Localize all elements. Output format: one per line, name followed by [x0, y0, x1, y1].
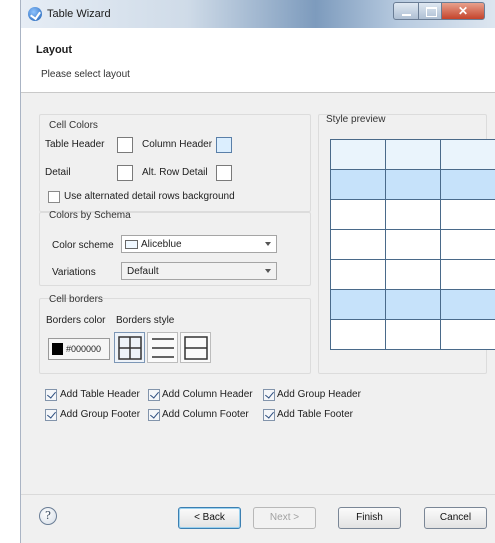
preview-row	[330, 139, 495, 170]
detail-label: Detail	[45, 167, 71, 178]
detail-color-button[interactable]	[117, 165, 133, 181]
cell-colors-title: Cell Colors	[49, 120, 98, 131]
preview-row	[330, 169, 495, 200]
add-column-footer-checkbox[interactable]	[148, 409, 160, 421]
borders-style-label: Borders style	[116, 315, 175, 326]
finish-button[interactable]: Finish	[338, 507, 401, 529]
add-group-footer-label: Add Group Footer	[60, 409, 141, 420]
table-header-color-button[interactable]	[117, 137, 133, 153]
add-group-header-checkbox[interactable]	[263, 389, 275, 401]
variations-label: Variations	[52, 267, 96, 278]
preview-row	[330, 289, 495, 320]
preview-row	[330, 259, 495, 290]
use-alternated-label: Use alternated detail rows background	[64, 191, 235, 202]
page-subtitle: Please select layout	[41, 69, 130, 80]
next-button[interactable]: Next >	[253, 507, 316, 529]
wizard-footer: ? < Back Next > Finish Cancel	[21, 494, 495, 543]
wizard-content: Cell Colors Table Header Column Header D…	[21, 94, 495, 494]
border-style-horizontal-button[interactable]	[147, 332, 178, 363]
wizard-header: Layout Please select layout	[21, 28, 495, 93]
close-button[interactable]: ✕	[441, 2, 485, 20]
title-bar[interactable]: Table Wizard ✕	[21, 0, 495, 28]
grid-border-icon	[118, 336, 142, 360]
window-title: Table Wizard	[47, 8, 111, 20]
add-group-header-label: Add Group Header	[277, 389, 361, 400]
minimize-button[interactable]	[393, 2, 419, 20]
back-button[interactable]: < Back	[178, 507, 241, 529]
add-column-header-label: Add Column Header	[162, 389, 253, 400]
add-column-header-checkbox[interactable]	[148, 389, 160, 401]
app-icon	[28, 7, 42, 21]
add-table-footer-checkbox[interactable]	[263, 409, 275, 421]
table-wizard-window: Table Wizard ✕ Layout Please select layo…	[20, 0, 495, 543]
border-style-outline-button[interactable]	[180, 332, 211, 363]
maximize-button[interactable]	[418, 2, 442, 20]
color-scheme-label: Color scheme	[52, 240, 114, 251]
chevron-down-icon	[265, 242, 271, 246]
column-header-label: Column Header	[142, 139, 213, 150]
preview-row	[330, 229, 495, 260]
colors-by-schema-title: Colors by Schema	[49, 210, 131, 221]
add-table-header-label: Add Table Header	[60, 389, 140, 400]
border-color-swatch	[52, 343, 63, 355]
page-title: Layout	[36, 44, 73, 56]
help-icon[interactable]: ?	[39, 507, 57, 525]
variations-combo[interactable]: Default	[121, 262, 277, 280]
color-scheme-value: Aliceblue	[141, 239, 182, 250]
cell-borders-title: Cell borders	[49, 294, 103, 305]
preview-row	[330, 319, 495, 350]
box-border-icon	[184, 336, 208, 360]
cancel-button[interactable]: Cancel	[424, 507, 487, 529]
border-style-all-button[interactable]	[114, 332, 145, 363]
table-header-label: Table Header	[45, 139, 105, 150]
alt-row-detail-color-button[interactable]	[216, 165, 232, 181]
border-color-value: #000000	[66, 344, 102, 354]
use-alternated-checkbox[interactable]	[48, 191, 60, 203]
borders-color-label: Borders color	[46, 315, 106, 326]
add-table-header-checkbox[interactable]	[45, 389, 57, 401]
style-preview-table	[330, 139, 495, 350]
add-column-footer-label: Add Column Footer	[162, 409, 249, 420]
alt-row-detail-label: Alt. Row Detail	[142, 167, 208, 178]
color-scheme-swatch	[125, 240, 138, 249]
variations-value: Default	[127, 266, 159, 277]
column-header-color-button[interactable]	[216, 137, 232, 153]
borders-color-button[interactable]: #000000	[48, 338, 110, 360]
add-table-footer-label: Add Table Footer	[277, 409, 353, 420]
chevron-down-icon	[265, 269, 271, 273]
color-scheme-combo[interactable]: Aliceblue	[121, 235, 277, 253]
style-preview-title: Style preview	[326, 114, 386, 125]
horizontal-lines-icon	[152, 338, 174, 358]
preview-row	[330, 199, 495, 230]
add-group-footer-checkbox[interactable]	[45, 409, 57, 421]
